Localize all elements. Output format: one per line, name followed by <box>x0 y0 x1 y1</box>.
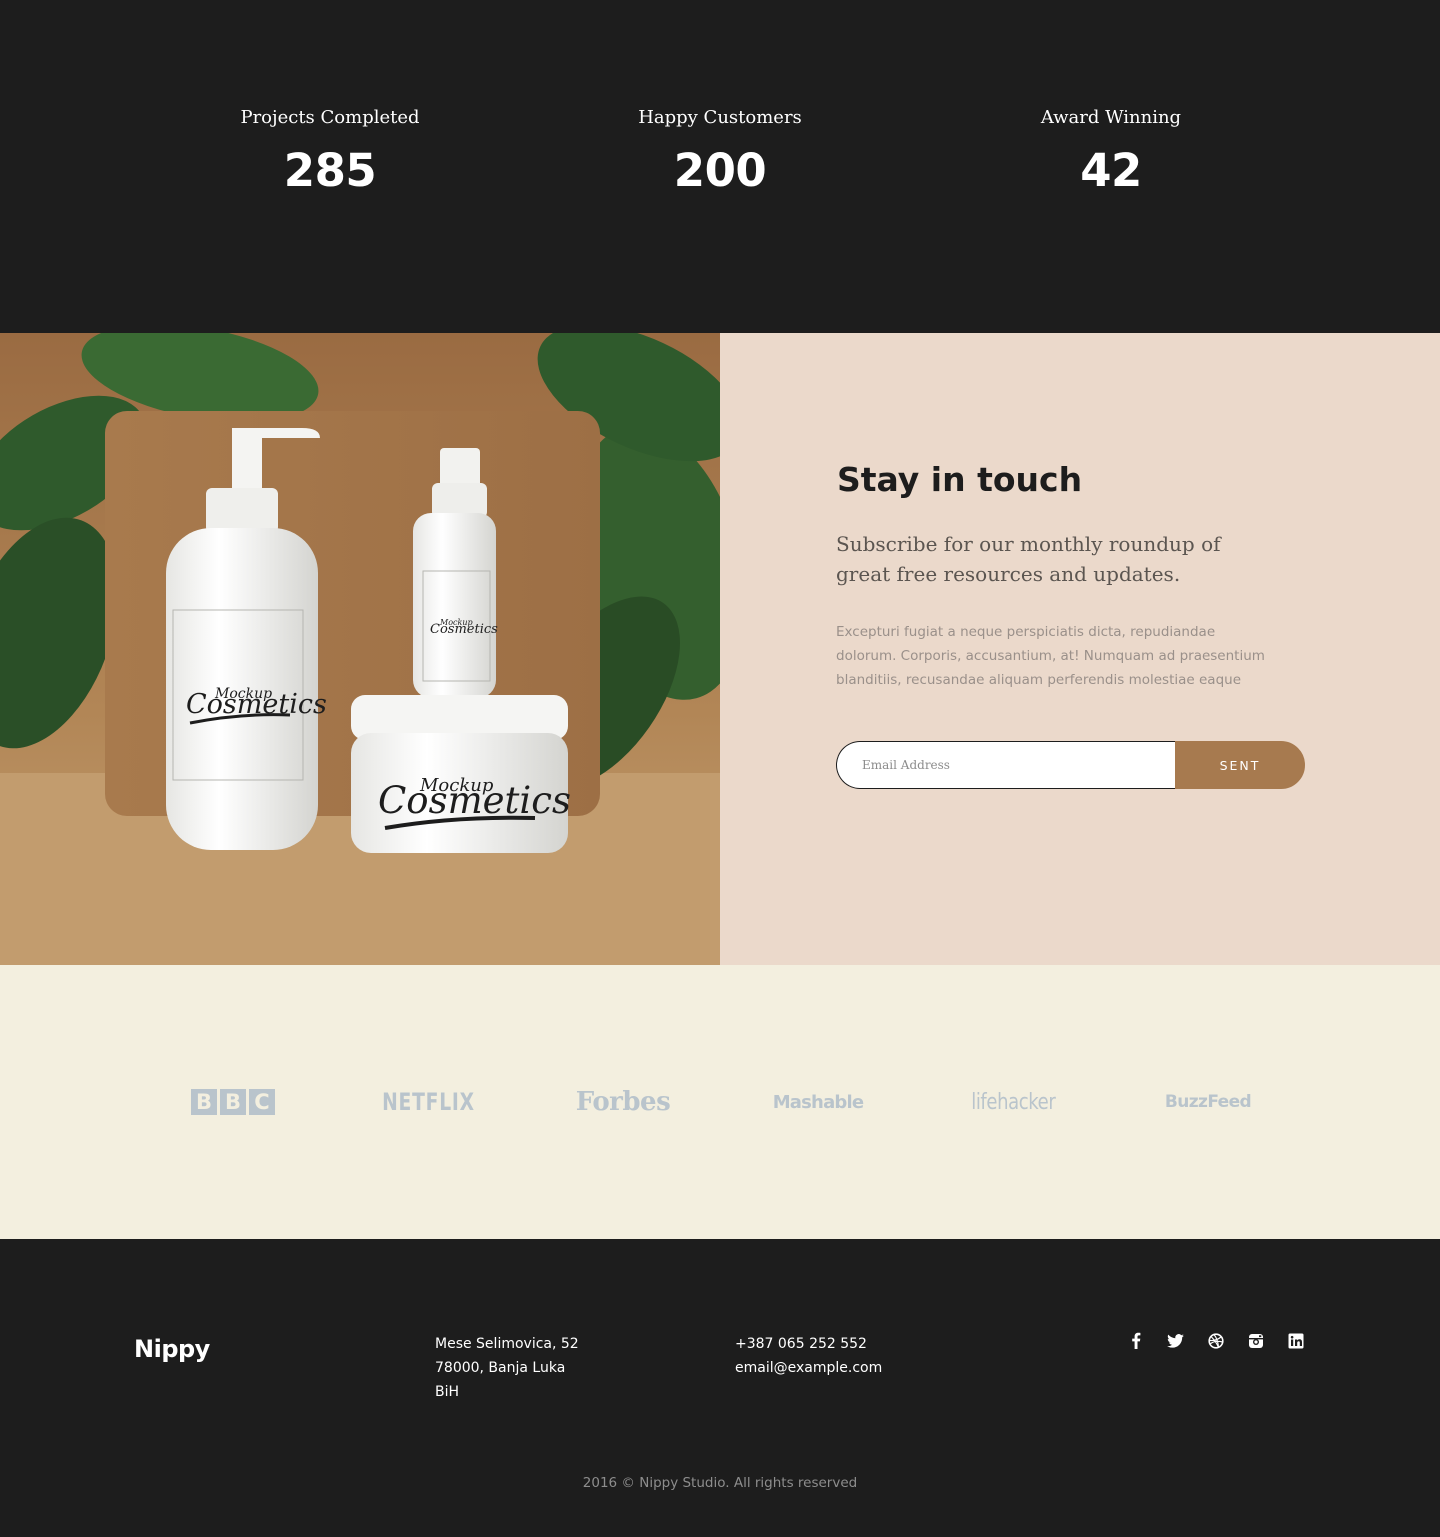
stat-value: 42 <box>1080 144 1142 197</box>
netflix-logo: NETFLIX <box>368 1086 488 1118</box>
stats-section: Projects Completed 285 Happy Customers 2… <box>0 0 1440 333</box>
stat-label: Projects Completed <box>240 107 420 128</box>
lifehacker-part-a: life <box>970 1089 997 1115</box>
twitter-icon[interactable] <box>1166 1331 1185 1350</box>
instagram-icon[interactable] <box>1246 1331 1265 1350</box>
press-logos-section: B B C NETFLIX Forbes Mashable lifehacker… <box>0 965 1440 1239</box>
email-link[interactable]: email@example.com <box>735 1356 882 1380</box>
newsletter-title: Stay in touch <box>837 460 1083 499</box>
cosmetics-label-jar: Cosmetics <box>378 779 571 822</box>
stat-value: 200 <box>673 144 767 197</box>
newsletter-subtitle: Subscribe for our monthly roundup of gre… <box>836 532 1221 586</box>
lifehacker-logo: lifehacker <box>953 1086 1073 1118</box>
bbc-letter: B <box>191 1089 217 1115</box>
facebook-icon[interactable] <box>1126 1331 1145 1350</box>
lifehacker-part-b: hacker <box>996 1089 1056 1115</box>
brand-logo[interactable]: Nippy <box>134 1332 210 1366</box>
subscribe-form: SENT <box>836 741 1306 789</box>
address-line: BiH <box>435 1384 460 1400</box>
stat-label: Award Winning <box>1040 107 1182 128</box>
address-line: 78000, Banja Luka <box>435 1360 566 1376</box>
copyright-text: 2016 © Nippy Studio. All rights reserved <box>582 1475 858 1491</box>
email-input[interactable] <box>836 741 1176 789</box>
forbes-wordmark: Forbes <box>575 1087 671 1117</box>
bbc-letter: B <box>220 1089 246 1115</box>
stat-awards: Award Winning 42 <box>961 105 1261 199</box>
stat-label: Happy Customers <box>638 107 802 128</box>
address-line: Mese Selimovica, 52 <box>435 1336 579 1352</box>
mashable-logo: Mashable <box>758 1086 878 1118</box>
bbc-logo: B B C <box>173 1086 293 1118</box>
forbes-logo: Forbes <box>563 1086 683 1118</box>
sent-button[interactable]: SENT <box>1175 741 1305 789</box>
mashable-wordmark: Mashable <box>772 1091 864 1113</box>
stat-customers: Happy Customers 200 <box>570 105 870 199</box>
footer-address: Mese Selimovica, 52 78000, Banja Luka Bi… <box>435 1332 579 1404</box>
stat-value: 285 <box>283 144 377 197</box>
netflix-wordmark: NETFLIX <box>381 1088 475 1116</box>
newsletter-body: Excepturi fugiat a neque perspiciatis di… <box>836 624 1265 688</box>
linkedin-icon[interactable] <box>1286 1331 1305 1350</box>
footer-contact: +387 065 252 552 email@example.com <box>735 1332 882 1380</box>
newsletter-panel: Stay in touch Subscribe for our monthly … <box>720 333 1440 965</box>
buzzfeed-wordmark: BuzzFeed <box>1164 1092 1252 1112</box>
social-links <box>1126 1331 1305 1350</box>
phone-number: +387 065 252 552 <box>735 1336 867 1352</box>
cosmetics-label-small: Cosmetics <box>430 622 498 637</box>
bbc-letter: C <box>249 1089 275 1115</box>
product-photo: Mockup Cosmetics Mockup Cosmetics Mockup… <box>0 333 720 965</box>
stat-projects: Projects Completed 285 <box>180 105 480 199</box>
dribbble-icon[interactable] <box>1206 1331 1225 1350</box>
newsletter-section: Mockup Cosmetics Mockup Cosmetics Mockup… <box>0 333 1440 965</box>
footer: Nippy Mese Selimovica, 52 78000, Banja L… <box>0 1239 1440 1537</box>
lifehacker-wordmark: lifehacker <box>970 1089 1056 1115</box>
buzzfeed-logo: BuzzFeed <box>1148 1086 1268 1118</box>
